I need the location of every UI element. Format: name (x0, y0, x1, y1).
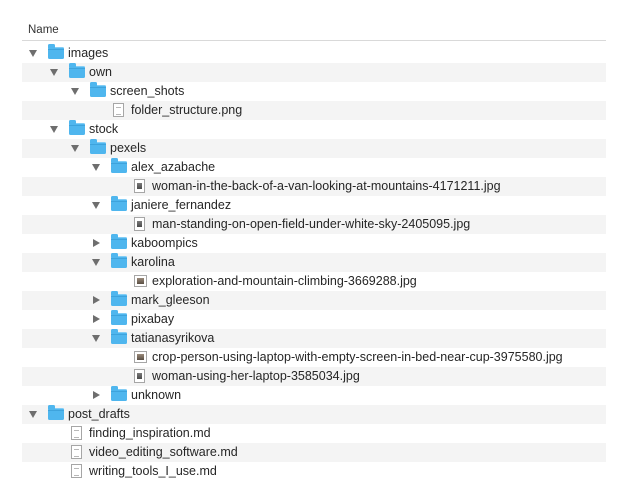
file-row-woman-using-her-laptop-3585034-jpg[interactable]: woman-using-her-laptop-3585034.jpg (22, 367, 606, 386)
item-name: tatianasyrikova (131, 331, 215, 345)
item-name: mark_gleeson (131, 293, 210, 307)
file-row-man-standing-on-open-field-under-white-sky-2405095-jpg[interactable]: man-standing-on-open-field-under-white-s… (22, 215, 606, 234)
folder-row-post-drafts[interactable]: post_drafts (22, 405, 606, 424)
image-file-icon (134, 217, 145, 231)
folder-row-images[interactable]: images (22, 44, 606, 63)
disclosure-triangle-down-icon[interactable] (92, 335, 100, 342)
folder-icon (69, 120, 85, 135)
item-name: post_drafts (68, 407, 130, 421)
folder-row-kaboompics[interactable]: kaboompics (22, 234, 606, 253)
image-file-icon (134, 369, 145, 383)
folder-icon (48, 44, 64, 59)
folder-icon (111, 329, 127, 344)
document-file-icon (71, 464, 82, 478)
folder-icon (111, 158, 127, 173)
item-name: exploration-and-mountain-climbing-366928… (152, 274, 417, 288)
item-name: pixabay (131, 312, 175, 326)
folder-row-unknown[interactable]: unknown (22, 386, 606, 405)
folder-row-mark-gleeson[interactable]: mark_gleeson (22, 291, 606, 310)
item-name: unknown (131, 388, 182, 402)
column-header[interactable]: Name (22, 20, 606, 41)
folder-icon (111, 310, 127, 325)
disclosure-triangle-down-icon[interactable] (29, 411, 37, 418)
disclosure-triangle-down-icon[interactable] (50, 126, 58, 133)
folder-row-janiere-fernandez[interactable]: janiere_fernandez (22, 196, 606, 215)
item-name: alex_azabache (131, 160, 216, 174)
folder-icon (111, 291, 127, 306)
disclosure-triangle-down-icon[interactable] (92, 164, 100, 171)
item-name: images (68, 46, 109, 60)
folder-row-alex-azabache[interactable]: alex_azabache (22, 158, 606, 177)
folder-row-own[interactable]: own (22, 63, 606, 82)
folder-icon (48, 405, 64, 420)
file-row-crop-person-using-laptop-with-empty-screen-in-bed-near-cup-3975580-jpg[interactable]: crop-person-using-laptop-with-empty-scre… (22, 348, 606, 367)
disclosure-triangle-right-icon[interactable] (93, 296, 100, 304)
item-name: finding_inspiration.md (89, 426, 211, 440)
file-row-woman-in-the-back-of-a-van-looking-at-mountains-4171211-jpg[interactable]: woman-in-the-back-of-a-van-looking-at-mo… (22, 177, 606, 196)
item-name: man-standing-on-open-field-under-white-s… (152, 217, 471, 231)
image-file-icon (134, 351, 147, 363)
disclosure-triangle-down-icon[interactable] (71, 88, 79, 95)
folder-row-screen-shots[interactable]: screen_shots (22, 82, 606, 101)
folder-row-pixabay[interactable]: pixabay (22, 310, 606, 329)
document-file-icon (71, 445, 82, 459)
document-file-icon (71, 426, 82, 440)
disclosure-triangle-right-icon[interactable] (93, 391, 100, 399)
file-row-video-editing-software-md[interactable]: video_editing_software.md (22, 443, 606, 462)
item-name: pexels (110, 141, 147, 155)
item-name: own (89, 65, 112, 79)
image-file-icon (134, 179, 145, 193)
item-name: crop-person-using-laptop-with-empty-scre… (152, 350, 563, 364)
disclosure-triangle-down-icon[interactable] (92, 202, 100, 209)
item-name: janiere_fernandez (131, 198, 232, 212)
disclosure-triangle-down-icon[interactable] (71, 145, 79, 152)
item-name: writing_tools_I_use.md (89, 464, 217, 478)
disclosure-triangle-down-icon[interactable] (92, 259, 100, 266)
folder-row-karolina[interactable]: karolina (22, 253, 606, 272)
disclosure-triangle-right-icon[interactable] (93, 315, 100, 323)
document-file-icon (113, 103, 124, 117)
item-name: folder_structure.png (131, 103, 243, 117)
folder-row-tatianasyrikova[interactable]: tatianasyrikova (22, 329, 606, 348)
item-name: video_editing_software.md (89, 445, 238, 459)
item-name: stock (89, 122, 119, 136)
item-name: woman-using-her-laptop-3585034.jpg (152, 369, 360, 383)
item-name: karolina (131, 255, 175, 269)
file-row-finding-inspiration-md[interactable]: finding_inspiration.md (22, 424, 606, 443)
folder-icon (90, 82, 106, 97)
item-name: screen_shots (110, 84, 185, 98)
image-file-icon (134, 275, 147, 287)
name-column-header[interactable]: Name (22, 24, 59, 36)
file-row-writing-tools-i-use-md[interactable]: writing_tools_I_use.md (22, 462, 606, 481)
folder-icon (69, 63, 85, 78)
item-name: kaboompics (131, 236, 198, 250)
disclosure-triangle-down-icon[interactable] (29, 50, 37, 57)
item-name: woman-in-the-back-of-a-van-looking-at-mo… (152, 179, 501, 193)
folder-icon (111, 386, 127, 401)
folder-icon (90, 139, 106, 154)
disclosure-triangle-down-icon[interactable] (50, 69, 58, 76)
file-tree: images own screen_shots folder_structure.pn… (22, 44, 606, 481)
file-row-folder-structure-png[interactable]: folder_structure.png (22, 101, 606, 120)
folder-row-stock[interactable]: stock (22, 120, 606, 139)
file-row-exploration-and-mountain-climbing-3669288-jpg[interactable]: exploration-and-mountain-climbing-366928… (22, 272, 606, 291)
disclosure-triangle-right-icon[interactable] (93, 239, 100, 247)
folder-icon (111, 234, 127, 249)
folder-icon (111, 253, 127, 268)
folder-icon (111, 196, 127, 211)
folder-row-pexels[interactable]: pexels (22, 139, 606, 158)
